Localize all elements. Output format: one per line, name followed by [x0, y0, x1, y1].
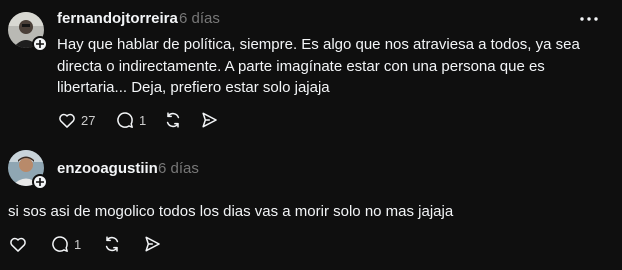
post-actions: 1 [8, 234, 172, 254]
reply-count: 1 [139, 112, 147, 128]
reply-count: 1 [74, 236, 82, 252]
post-actions: 27 1 [57, 110, 229, 130]
heart-icon [10, 237, 26, 252]
reply-button[interactable]: 1 [50, 234, 102, 254]
avatar-container[interactable] [8, 150, 48, 190]
more-options-button[interactable] [577, 9, 601, 29]
like-count: 27 [81, 112, 96, 128]
post-text: Hay que hablar de política, siempre. Es … [57, 36, 580, 96]
follow-plus-icon[interactable] [32, 174, 48, 190]
post-timestamp[interactable]: 6 días [158, 160, 199, 177]
more-icon [580, 17, 598, 21]
post-text: si sos asi de mogolico todos los dias va… [8, 203, 454, 220]
avatar-container[interactable] [8, 12, 48, 52]
send-icon [202, 112, 217, 128]
comment-icon [117, 112, 133, 128]
share-button[interactable] [199, 110, 229, 130]
repost-button[interactable] [163, 110, 199, 130]
share-button[interactable] [142, 234, 172, 254]
comment-icon [52, 236, 68, 252]
repost-icon [166, 112, 180, 128]
send-icon [145, 236, 160, 252]
reply-button[interactable]: 1 [115, 110, 163, 130]
repost-icon [105, 236, 119, 252]
follow-plus-icon[interactable] [32, 36, 48, 52]
like-button[interactable]: 27 [57, 110, 107, 130]
username[interactable]: fernandojtorreira [57, 10, 178, 27]
like-button[interactable] [8, 234, 50, 254]
post-timestamp[interactable]: 6 días [179, 10, 220, 27]
username[interactable]: enzooagustiin [57, 160, 158, 177]
repost-button[interactable] [102, 234, 142, 254]
heart-icon [59, 113, 75, 128]
thread-page: fernandojtorreira 6 días Hay que hablar … [0, 0, 622, 270]
